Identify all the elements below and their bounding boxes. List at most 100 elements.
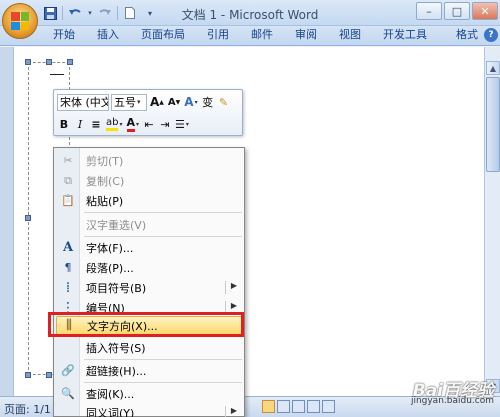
resize-handle[interactable] — [25, 372, 31, 378]
menu-item-bullets[interactable]: ⁞ 项目符号(B) ▶ — [56, 278, 242, 297]
maximize-button[interactable]: □ — [444, 2, 470, 20]
font-size-value: 五号 — [114, 96, 136, 109]
hyperlink-icon: 🔗 — [61, 364, 75, 377]
scrollbar-thumb[interactable] — [486, 77, 500, 172]
font-color-button[interactable]: A ▾ — [126, 116, 141, 133]
menu-item-font[interactable]: A 字体(F)... — [56, 238, 242, 257]
text-cursor — [50, 74, 64, 84]
increase-indent-icon: ⇥ — [160, 117, 170, 131]
menu-item-paragraph[interactable]: ¶ 段落(P)... — [56, 258, 242, 277]
menu-separator — [84, 212, 242, 213]
font-icon: A — [62, 240, 74, 255]
menu-item-label: 同义词(Y) — [86, 406, 135, 417]
format-painter-icon: ✎ — [219, 95, 229, 109]
menu-item-insert-symbol[interactable]: 插入符号(S) — [56, 338, 242, 357]
resize-handle[interactable] — [46, 372, 52, 378]
page-count[interactable]: 页面: 1/1 — [4, 401, 51, 417]
menu-item-label: 查阅(K)... — [86, 387, 135, 401]
menu-item-label: 超链接(H)... — [86, 364, 147, 378]
menu-item-label: 汉字重选(V) — [86, 218, 147, 232]
tab-view[interactable]: 视图 — [328, 26, 372, 46]
font-name-combo[interactable]: 宋体 (中文▾ — [57, 93, 109, 111]
view-buttons — [262, 400, 335, 413]
office-button[interactable] — [2, 3, 38, 39]
menu-item-label: 字体(F)... — [86, 241, 134, 255]
decrease-indent-icon: ⇤ — [144, 117, 154, 131]
increase-indent-button[interactable]: ⇥ — [158, 116, 172, 133]
office-logo-icon — [11, 12, 29, 30]
tab-home[interactable]: 开始 — [42, 26, 86, 46]
phonetic-guide-button[interactable]: 变 — [201, 94, 215, 111]
draft-view-button[interactable] — [322, 400, 335, 413]
grow-font-button[interactable]: A ▲ — [149, 94, 165, 111]
minimize-button[interactable]: – — [416, 2, 442, 20]
resize-handle[interactable] — [46, 59, 52, 65]
styles-icon: A — [184, 95, 194, 109]
look-up-icon: 🔍 — [61, 387, 75, 400]
menu-item-look-up[interactable]: 🔍 查阅(K)... — [56, 384, 242, 403]
menu-item-label: 段落(P)... — [86, 261, 134, 275]
blank-icon — [58, 340, 78, 356]
bullets-button[interactable]: ☰ ▾ — [174, 116, 190, 133]
tab-mailings[interactable]: 邮件 — [240, 26, 284, 46]
chevron-down-icon: ▾ — [194, 98, 198, 106]
phonetic-guide-icon: 变 — [202, 96, 214, 109]
close-button[interactable]: ✕ — [472, 2, 498, 20]
vertical-scrollbar[interactable]: ▲ ▼ — [484, 47, 500, 396]
context-menu: ✂ 剪切(T) ⧉ 复制(C) 📋 粘贴(P) 汉字重选(V) A 字体(F).… — [53, 147, 245, 417]
menu-item-label: 粘贴(P) — [86, 194, 124, 208]
bold-button[interactable]: B — [57, 116, 71, 133]
menu-item-label: 复制(C) — [86, 174, 125, 188]
tab-references[interactable]: 引用 — [196, 26, 240, 46]
annotation-highlight-box — [48, 312, 244, 337]
menu-item-cut[interactable]: ✂ 剪切(T) — [56, 151, 242, 170]
tab-developer[interactable]: 开发工具 — [372, 26, 438, 46]
submenu-divider — [225, 406, 226, 417]
styles-button[interactable]: A ▾ — [183, 94, 198, 111]
help-icon[interactable]: ? — [484, 28, 498, 42]
web-layout-view-button[interactable] — [292, 400, 305, 413]
tab-page-layout[interactable]: 页面布局 — [130, 26, 196, 46]
clipboard-icon: 📋 — [61, 194, 75, 207]
ribbon-tab-bar: 开始 插入 页面布局 引用 邮件 审阅 视图 开发工具 格式 ? — [0, 26, 500, 46]
highlight-button[interactable]: ab ▾ — [105, 116, 124, 133]
menu-item-copy[interactable]: ⧉ 复制(C) — [56, 171, 242, 190]
resize-handle[interactable] — [25, 59, 31, 65]
menu-item-paste[interactable]: 📋 粘贴(P) — [56, 191, 242, 210]
print-layout-view-button[interactable] — [262, 400, 275, 413]
shrink-font-button[interactable]: A ▼ — [167, 94, 181, 111]
scroll-up-icon[interactable]: ▲ — [486, 61, 500, 75]
center-align-icon: ≡ — [91, 117, 101, 131]
title-bar: ▾ ▾ 文档 1 - Microsoft Word – □ ✕ — [0, 0, 500, 26]
window-controls: – □ ✕ — [416, 2, 498, 20]
menu-separator — [84, 382, 242, 383]
menu-item-synonyms[interactable]: 同义词(Y) ▶ — [56, 403, 242, 417]
decrease-indent-button[interactable]: ⇤ — [142, 116, 156, 133]
full-screen-view-button[interactable] — [277, 400, 290, 413]
chevron-down-icon: ▾ — [137, 98, 141, 106]
font-size-combo[interactable]: 五号 ▾ — [111, 93, 147, 111]
resize-handle[interactable] — [25, 215, 31, 221]
resize-handle[interactable] — [67, 59, 73, 65]
ribbon-right-controls: ? — [484, 28, 498, 42]
format-painter-button[interactable]: ✎ — [217, 94, 231, 111]
menu-separator — [84, 359, 242, 360]
mini-toolbar-row: 宋体 (中文▾ 五号▾ A▲ A▼ A▾ 变 ✎ — [57, 93, 231, 111]
tab-insert[interactable]: 插入 — [86, 26, 130, 46]
copy-icon: ⧉ — [64, 173, 72, 187]
menu-item-label: 插入符号(S) — [86, 341, 146, 355]
tab-review[interactable]: 审阅 — [284, 26, 328, 46]
center-button[interactable]: ≡ — [89, 116, 103, 133]
menu-item-hyperlink[interactable]: 🔗 超链接(H)... — [56, 361, 242, 380]
bullets-icon: ☰ — [175, 117, 185, 131]
baidu-watermark: Bai百经验 jingyan.baidu.com — [411, 376, 494, 406]
italic-icon: I — [77, 117, 83, 131]
menu-item-label: 剪切(T) — [86, 154, 124, 168]
italic-button[interactable]: I — [73, 116, 87, 133]
menu-item-label: 项目符号(B) — [86, 281, 147, 295]
submenu-arrow-icon: ▶ — [230, 406, 237, 415]
tab-format[interactable]: 格式 — [438, 26, 486, 46]
menu-item-reconvert[interactable]: 汉字重选(V) — [56, 215, 242, 234]
outline-view-button[interactable] — [307, 400, 320, 413]
mini-toolbar: 宋体 (中文▾ 五号▾ A▲ A▼ A▾ 变 ✎ B I ≡ ab▾ A▾ ⇤ … — [53, 89, 243, 136]
